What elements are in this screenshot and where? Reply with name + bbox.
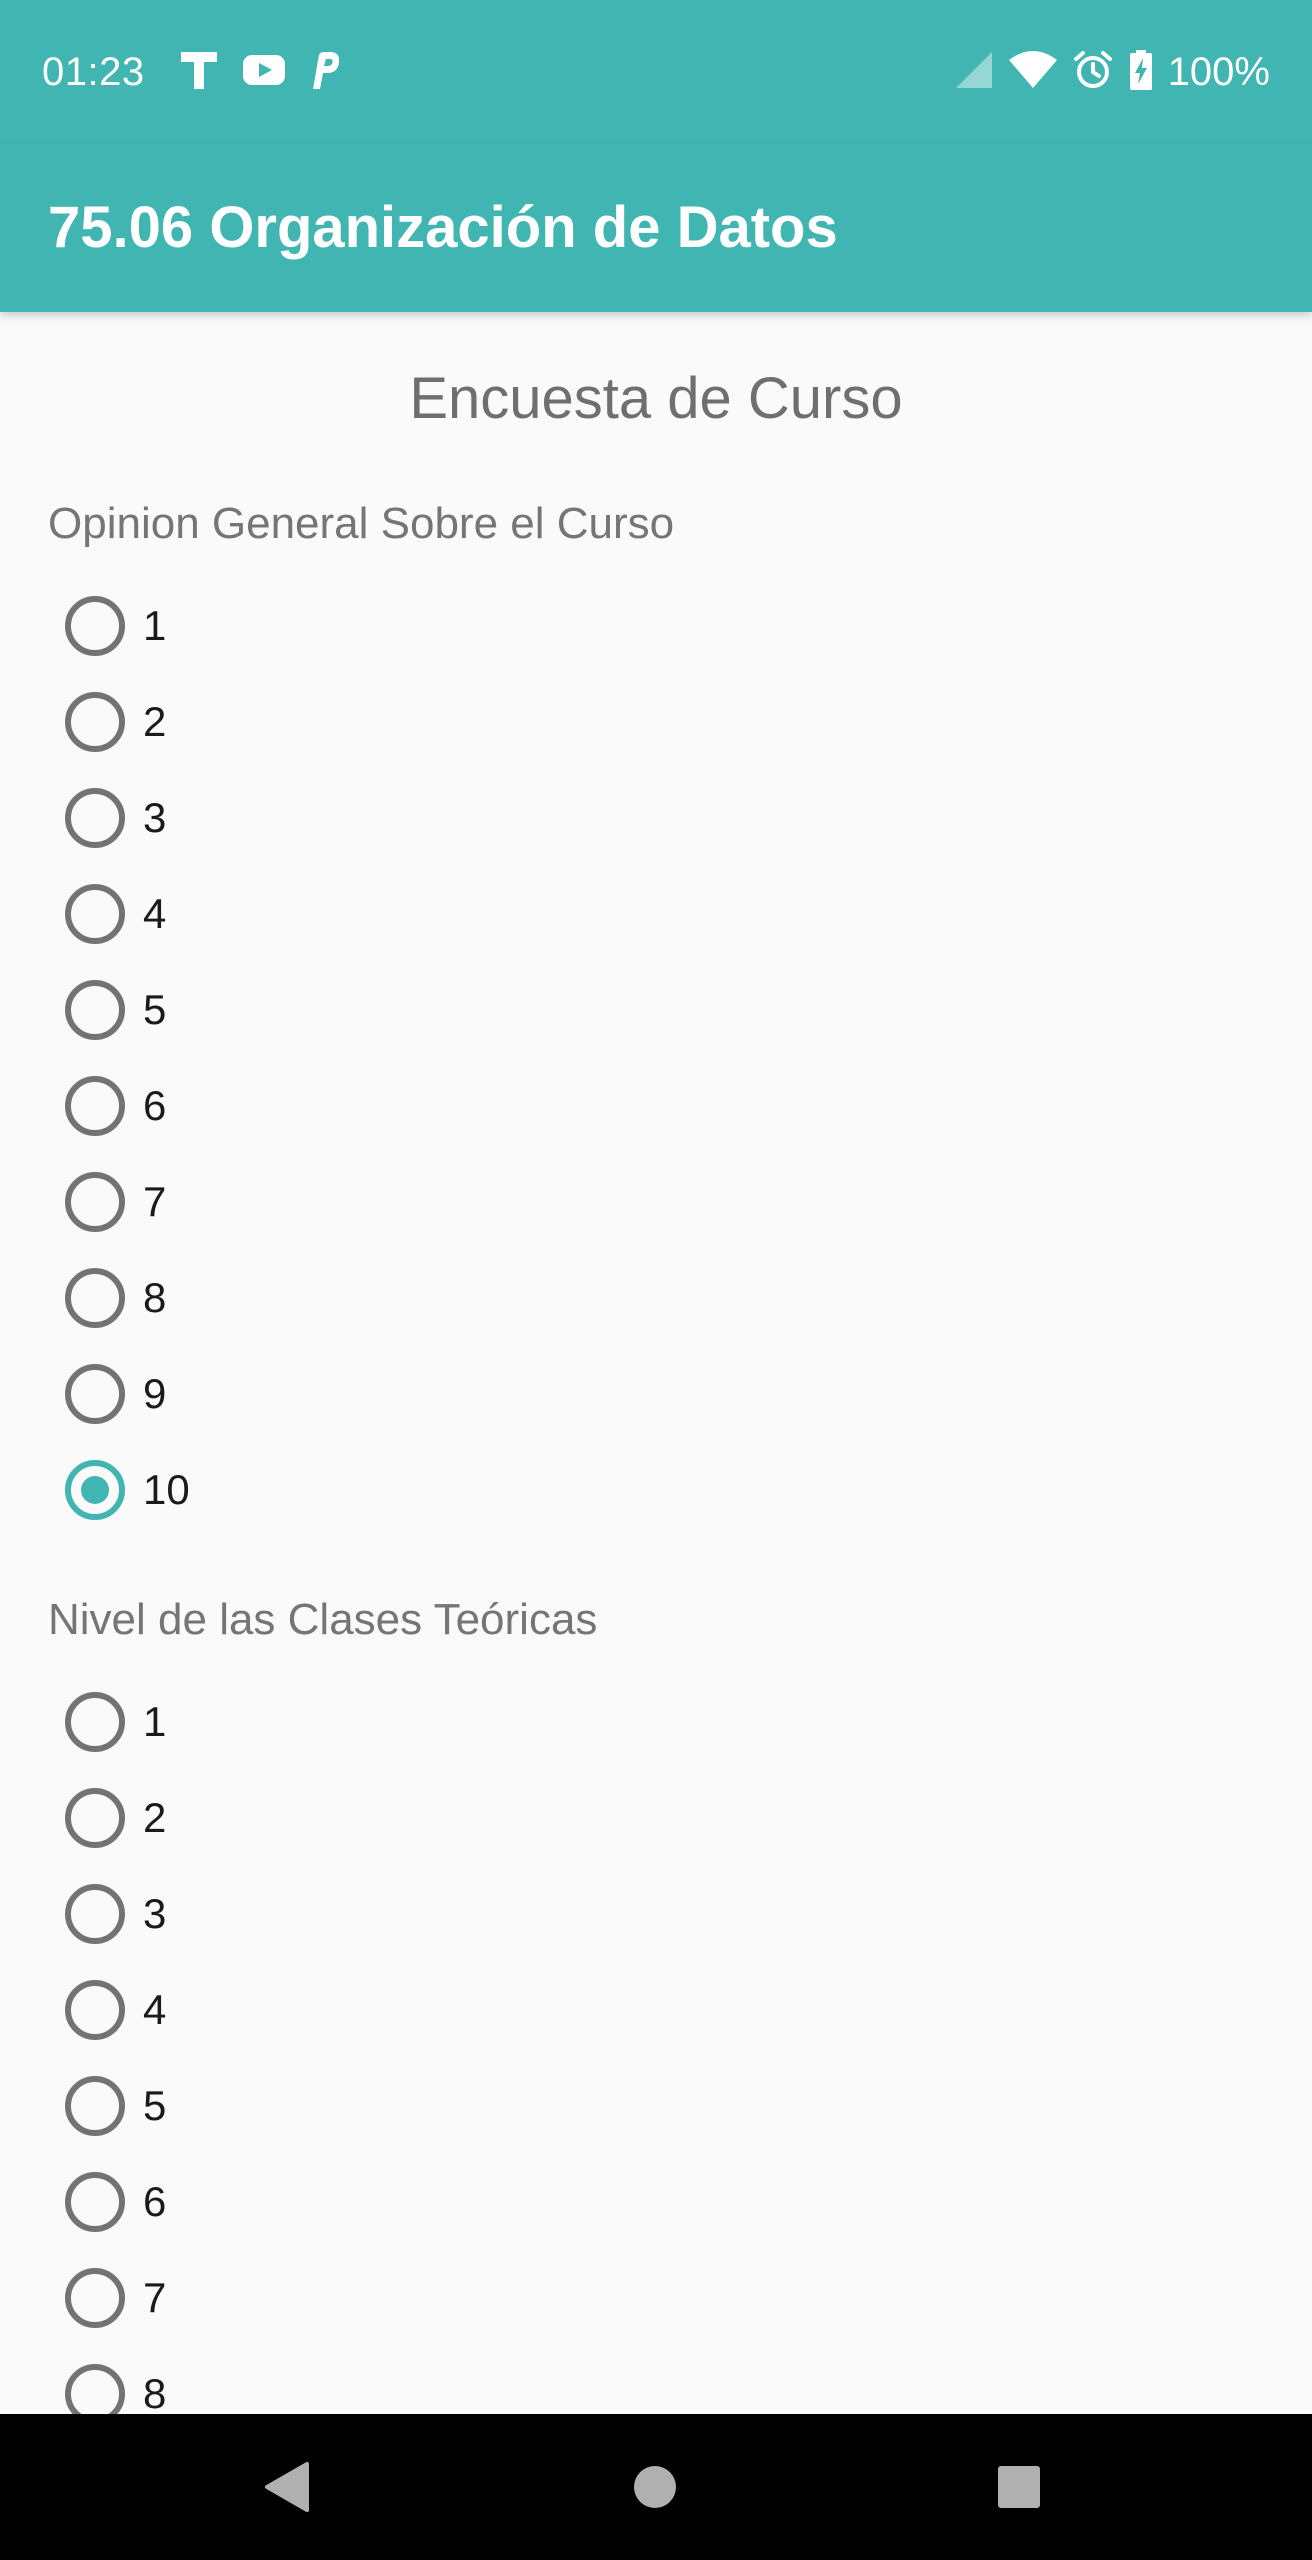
radio-button[interactable] [65,788,125,848]
radio-option-label: 6 [143,1082,167,1129]
app-title: 75.06 Organización de Datos [48,195,838,260]
radio-option-label: 8 [143,2370,167,2414]
home-icon [632,2464,678,2515]
radio-option-label: 5 [143,2082,167,2129]
radio-option-label: 4 [143,1986,167,2033]
radio-option[interactable]: 7 [48,1154,648,1250]
radio-option-label: 9 [143,1370,167,1417]
navigation-bar [0,2414,1312,2560]
radio-button[interactable] [65,692,125,752]
p-icon [308,49,342,96]
radio-option[interactable]: 6 [48,2154,648,2250]
radio-option[interactable]: 2 [48,674,648,770]
battery-percent: 100% [1167,50,1270,94]
radio-option[interactable]: 7 [48,2250,648,2346]
question-label-theory-classes: Nivel de las Clases Teóricas [48,1595,598,1644]
recents-button[interactable] [974,2444,1064,2534]
radio-option[interactable]: 1 [48,1674,648,1770]
radio-option-label: 3 [143,794,167,841]
radio-option[interactable]: 5 [48,962,648,1058]
radio-option-label: 2 [143,1794,167,1841]
radio-option[interactable]: 8 [48,1250,648,1346]
radio-option[interactable]: 8 [48,2346,648,2414]
radio-option-label: 8 [143,1274,167,1321]
radio-button[interactable] [65,1980,125,2040]
survey-content[interactable]: Encuesta de Curso Opinion General Sobre … [0,312,1312,2414]
alarm-icon [1072,49,1114,96]
system-status: 100% [954,46,1270,98]
radio-option[interactable]: 1 [48,578,648,674]
screen: 01:23 100% 75.06 Organización de Datos E… [0,0,1312,2560]
app-bar: 75.06 Organización de Datos [0,144,1312,312]
youtube-icon [242,53,286,92]
radio-button[interactable] [65,1268,125,1328]
radio-button[interactable] [65,1364,125,1424]
radio-option-selected[interactable]: 10 [48,1442,648,1538]
radio-button[interactable] [65,596,125,656]
radio-option[interactable]: 5 [48,2058,648,2154]
radio-option[interactable]: 2 [48,1770,648,1866]
battery-charging-icon [1128,49,1154,96]
radio-option[interactable]: 9 [48,1346,648,1442]
radio-button[interactable] [65,1788,125,1848]
radio-option-label: 4 [143,890,167,937]
radio-button[interactable] [65,2364,125,2414]
radio-option[interactable]: 4 [48,1962,648,2058]
radio-button[interactable] [65,2172,125,2232]
radio-option[interactable]: 6 [48,1058,648,1154]
radio-option-label: 10 [143,1466,190,1513]
radio-option-label: 6 [143,2178,167,2225]
radio-button[interactable] [65,1076,125,1136]
radio-button[interactable] [65,1884,125,1944]
radio-option-label: 7 [143,2274,167,2321]
radio-button[interactable] [65,1692,125,1752]
radio-button-checked[interactable] [65,1460,125,1520]
radio-button[interactable] [65,2076,125,2136]
radio-button[interactable] [65,1172,125,1232]
home-button[interactable] [610,2444,700,2534]
radio-option-label: 1 [143,1698,167,1745]
recents-icon [996,2464,1042,2515]
question-label-general-opinion: Opinion General Sobre el Curso [48,499,675,548]
radio-option[interactable]: 3 [48,1866,648,1962]
survey-title: Encuesta de Curso [409,366,903,431]
radio-option-label: 7 [143,1178,167,1225]
t-icon [178,49,220,96]
radio-button[interactable] [65,884,125,944]
back-icon [263,2461,311,2518]
radio-option-label: 2 [143,698,167,745]
radio-option-label: 3 [143,1890,167,1937]
radio-button[interactable] [65,980,125,1040]
radio-option-label: 5 [143,986,167,1033]
wifi-icon [1008,50,1058,95]
radio-button[interactable] [65,2268,125,2328]
back-button[interactable] [242,2444,332,2534]
signal-icon [954,50,994,95]
radio-option[interactable]: 4 [48,866,648,962]
status-time: 01:23 [42,50,145,94]
status-bar: 01:23 100% [0,0,1312,144]
radio-option-label: 1 [143,602,167,649]
radio-option[interactable]: 3 [48,770,648,866]
notification-icons [178,48,342,96]
